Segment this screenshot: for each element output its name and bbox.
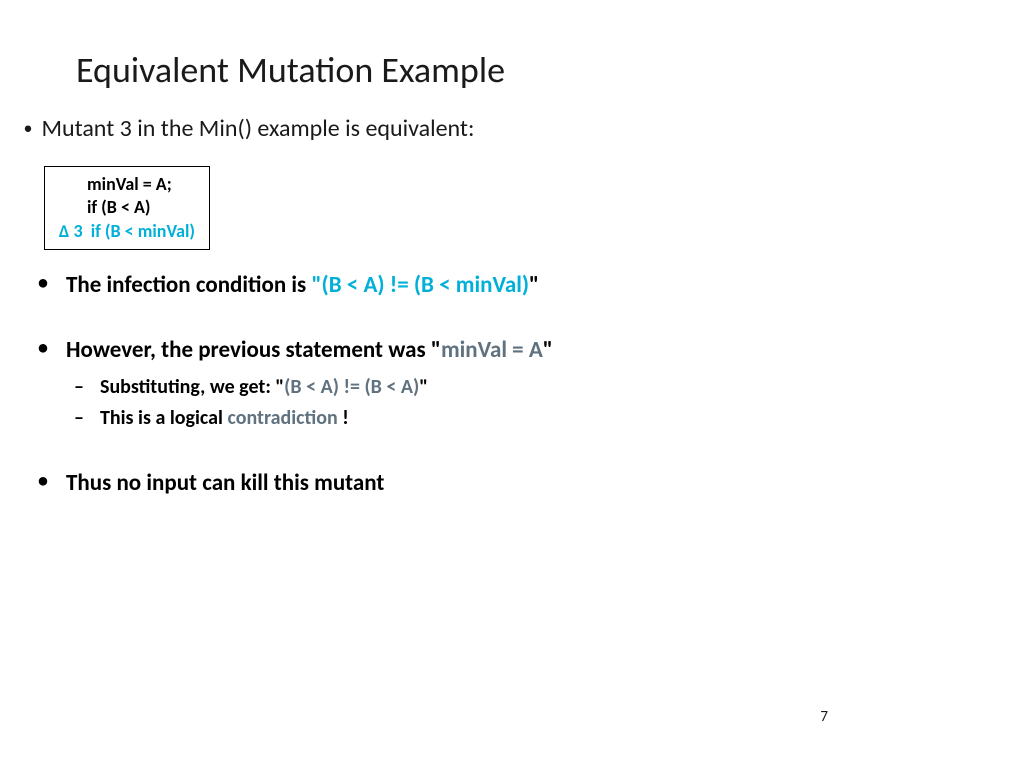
bullet-previous-statement: However, the previous statement was "min… (32, 335, 984, 434)
code-line-3-mutation: ∆ 3 if (B < minVal) (59, 220, 195, 243)
intro-line: • Mutant 3 in the Min() example is equiv… (20, 114, 474, 143)
page-number: 7 (820, 708, 828, 726)
sub-substituting: Substituting, we get: "(B < A) != (B < A… (66, 372, 984, 403)
code-line-1: minVal = A; (59, 173, 195, 196)
sub-contradiction: This is a logical contradiction ! (66, 403, 984, 434)
b1-highlight: (B < A) != (B < minVal) (322, 271, 529, 299)
b1-close-quote: " (529, 271, 539, 299)
sub-list: Substituting, we get: "(B < A) != (B < A… (66, 372, 984, 434)
sub1-close-quote: " (419, 375, 428, 399)
sub2-highlight: contradiction (227, 406, 337, 430)
b1-open-quote: " (311, 271, 321, 299)
intro-text: Mutant 3 in the Min() example is equival… (41, 114, 474, 143)
code-line-2: if (B < A) (59, 196, 195, 219)
sub2-suffix: ! (338, 406, 349, 430)
bullet-conclusion: Thus no input can kill this mutant (32, 468, 984, 499)
b1-prefix: The infection condition is (66, 271, 311, 299)
b2-close-quote: " (543, 336, 553, 364)
sub1-highlight: (B < A) != (B < A) (284, 375, 419, 399)
bullet-infection-condition: The infection condition is "(B < A) != (… (32, 270, 984, 301)
sub1-prefix: Substituting, we get: " (100, 375, 284, 399)
sub2-prefix: This is a logical (100, 406, 227, 430)
bullet-list: The infection condition is "(B < A) != (… (32, 270, 984, 533)
b2-highlight: minVal = A (441, 336, 543, 364)
code-box: minVal = A; if (B < A) ∆ 3 if (B < minVa… (44, 166, 210, 250)
b2-prefix: However, the previous statement was " (66, 336, 441, 364)
slide-title: Equivalent Mutation Example (76, 48, 505, 92)
intro-bullet-icon: • (20, 117, 36, 139)
